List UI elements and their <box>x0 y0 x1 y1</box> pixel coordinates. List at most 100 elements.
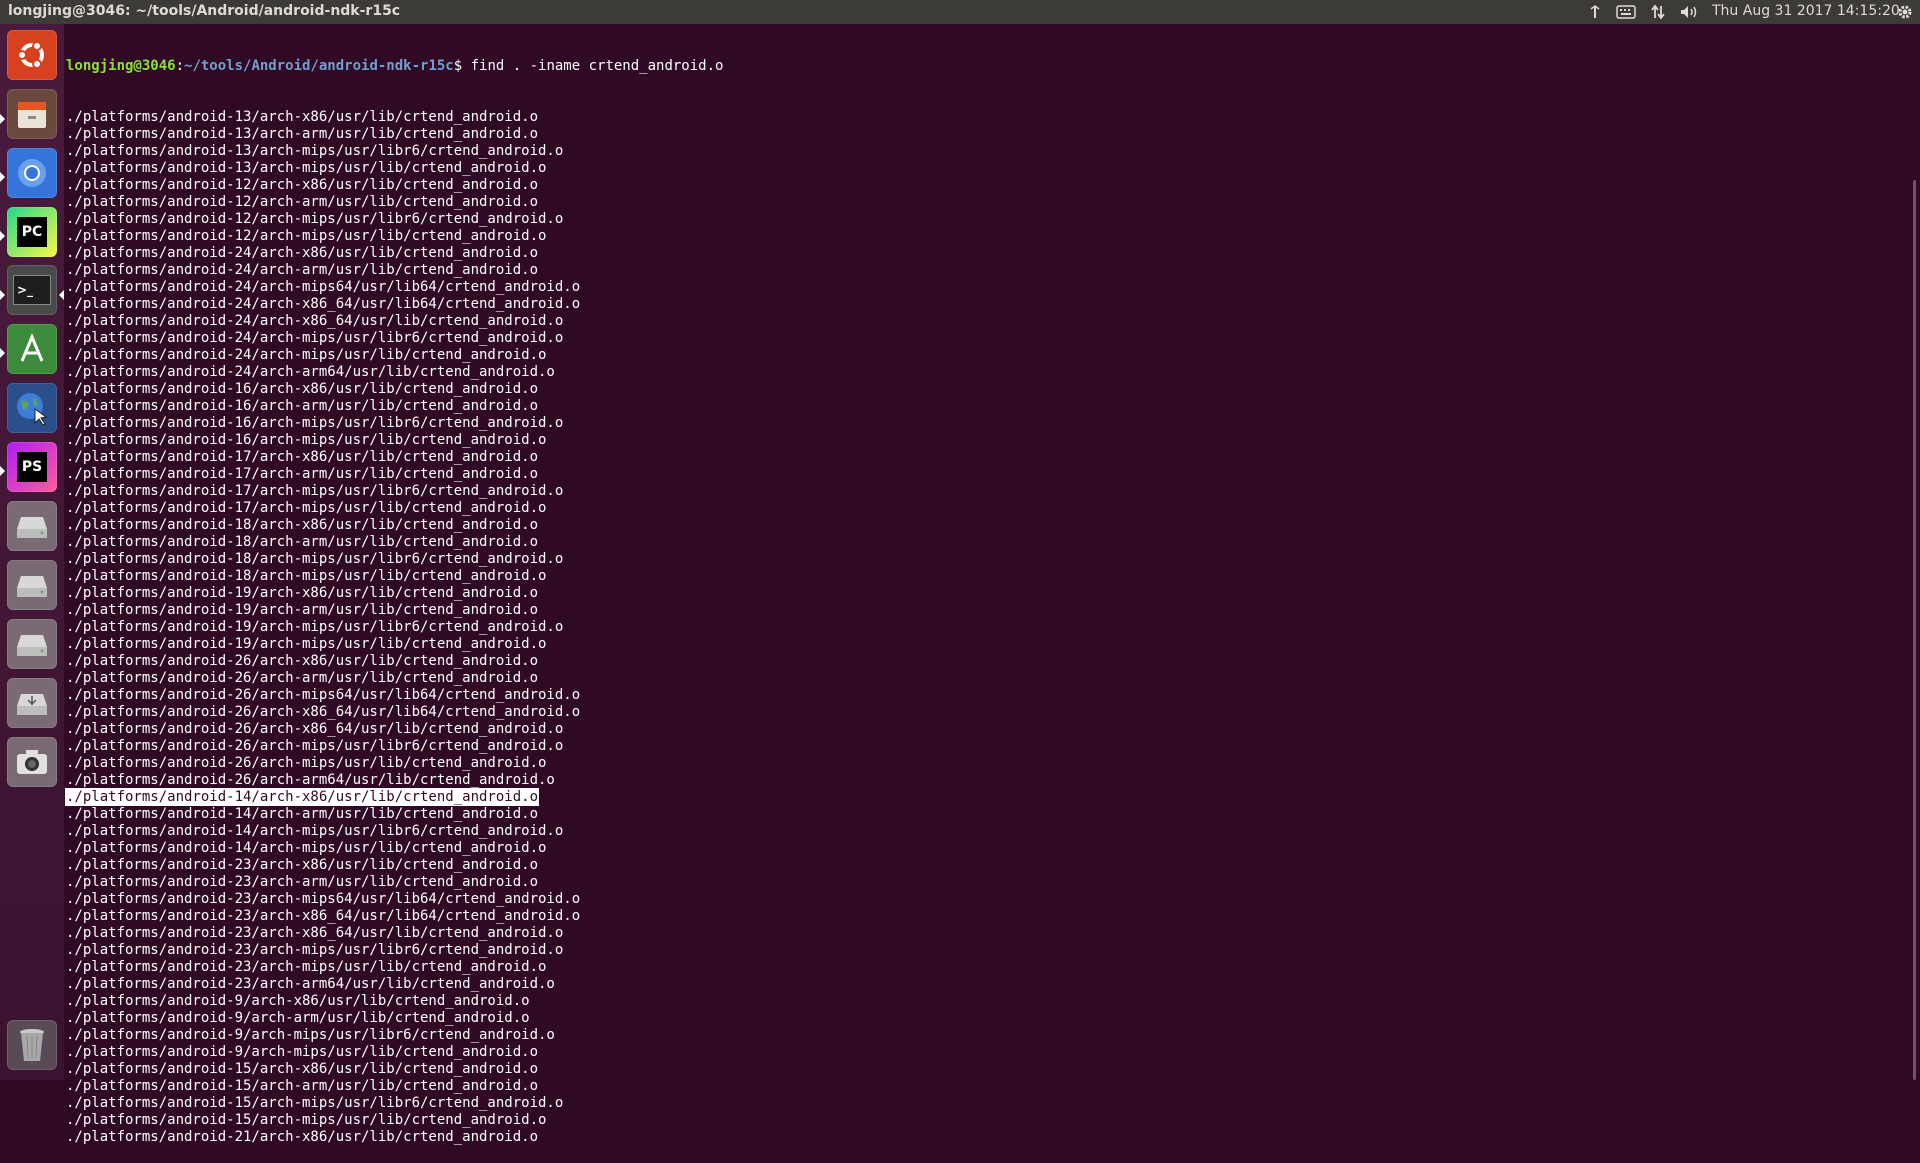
terminal-scrollbar[interactable] <box>1913 180 1916 1080</box>
output-line: ./platforms/android-9/arch-x86/usr/lib/c… <box>66 993 1906 1010</box>
output-line-text: ./platforms/android-18/arch-x86/usr/lib/… <box>66 517 539 533</box>
pycharm-icon[interactable]: PC <box>7 207 57 257</box>
output-line-text: ./platforms/android-24/arch-mips64/usr/l… <box>66 279 581 295</box>
output-line: ./platforms/android-18/arch-arm/usr/lib/… <box>66 534 1906 551</box>
output-line: ./platforms/android-26/arch-x86_64/usr/l… <box>66 721 1906 738</box>
output-line-text: ./platforms/android-15/arch-arm/usr/lib/… <box>66 1078 539 1094</box>
chromium-icon[interactable] <box>7 148 57 198</box>
output-line: ./platforms/android-19/arch-arm/usr/lib/… <box>66 602 1906 619</box>
output-line-text: ./platforms/android-23/arch-x86_64/usr/l… <box>66 908 581 924</box>
output-line: ./platforms/android-15/arch-mips/usr/lib… <box>66 1095 1906 1112</box>
hard-drive-icon[interactable] <box>7 501 57 551</box>
settings-gear-icon[interactable] <box>1894 2 1916 22</box>
output-line-text: ./platforms/android-23/arch-arm/usr/lib/… <box>66 874 539 890</box>
launcher: PC >_ PS <box>0 24 64 1080</box>
output-line-text: ./platforms/android-26/arch-x86/usr/lib/… <box>66 653 539 669</box>
terminal-output[interactable]: longjing@3046:~/tools/Android/android-nd… <box>64 24 1906 1145</box>
output-line: ./platforms/android-23/arch-arm64/usr/li… <box>66 976 1906 993</box>
output-line: ./platforms/android-16/arch-mips/usr/lib… <box>66 432 1906 449</box>
output-line: ./platforms/android-13/arch-x86/usr/lib/… <box>66 109 1906 126</box>
command-text: find . -iname crtend_android.o <box>470 58 724 74</box>
output-line-text: ./platforms/android-18/arch-mips/usr/lib… <box>66 568 547 584</box>
output-line: ./platforms/android-9/arch-mips/usr/lib/… <box>66 1044 1906 1061</box>
output-line-text: ./platforms/android-24/arch-x86/usr/lib/… <box>66 245 539 261</box>
output-line-text: ./platforms/android-17/arch-x86/usr/lib/… <box>66 449 539 465</box>
output-line-text: ./platforms/android-23/arch-arm64/usr/li… <box>66 976 555 992</box>
ubuntu-logo-icon[interactable] <box>7 30 57 80</box>
volume-icon[interactable] <box>1676 2 1702 22</box>
output-line: ./platforms/android-12/arch-arm/usr/lib/… <box>66 194 1906 211</box>
output-line-text: ./platforms/android-23/arch-mips64/usr/l… <box>66 891 581 907</box>
output-line-text: ./platforms/android-16/arch-x86/usr/lib/… <box>66 381 539 397</box>
output-line: ./platforms/android-26/arch-arm64/usr/li… <box>66 772 1906 789</box>
running-indicator <box>0 172 5 182</box>
android-studio-icon[interactable] <box>7 324 57 374</box>
output-line-text: ./platforms/android-14/arch-mips/usr/lib… <box>66 840 547 856</box>
output-line-text: ./platforms/android-9/arch-mips/usr/libr… <box>66 1027 555 1043</box>
output-line: ./platforms/android-24/arch-mips64/usr/l… <box>66 279 1906 296</box>
output-line: ./platforms/android-24/arch-x86/usr/lib/… <box>66 245 1906 262</box>
output-line-text: ./platforms/android-19/arch-arm/usr/lib/… <box>66 602 539 618</box>
output-line: ./platforms/android-16/arch-x86/usr/lib/… <box>66 381 1906 398</box>
output-line: ./platforms/android-21/arch-x86/usr/lib/… <box>66 1129 1906 1146</box>
running-indicator <box>0 466 5 476</box>
output-line-text: ./platforms/android-16/arch-mips/usr/lib… <box>66 415 564 431</box>
phpstorm-icon[interactable]: PS <box>7 442 57 492</box>
output-line-text: ./platforms/android-13/arch-mips/usr/lib… <box>66 160 547 176</box>
clock[interactable]: Thu Aug 31 2017 14:15:20 <box>1712 3 1900 19</box>
transfer-arrows-icon[interactable] <box>1646 2 1670 22</box>
output-line: ./platforms/android-23/arch-mips64/usr/l… <box>66 891 1906 908</box>
output-line-text: ./platforms/android-16/arch-arm/usr/lib/… <box>66 398 539 414</box>
trash-icon[interactable] <box>7 1020 57 1070</box>
running-indicator <box>0 231 5 241</box>
output-line-text: ./platforms/android-26/arch-mips64/usr/l… <box>66 687 581 703</box>
usb-drive-icon[interactable] <box>7 678 57 728</box>
output-line: ./platforms/android-23/arch-x86/usr/lib/… <box>66 857 1906 874</box>
output-line: ./platforms/android-18/arch-mips/usr/lib… <box>66 568 1906 585</box>
output-line-text: ./platforms/android-12/arch-x86/usr/lib/… <box>66 177 539 193</box>
output-line: ./platforms/android-23/arch-arm/usr/lib/… <box>66 874 1906 891</box>
prompt-symbol: $ <box>453 58 471 74</box>
output-line-text: ./platforms/android-13/arch-arm/usr/lib/… <box>66 126 539 142</box>
output-line-text: ./platforms/android-12/arch-mips/usr/lib… <box>66 228 547 244</box>
output-line: ./platforms/android-14/arch-mips/usr/lib… <box>66 840 1906 857</box>
prompt-path: ~/tools/Android/android-ndk-r15c <box>184 58 454 74</box>
camera-icon[interactable] <box>7 737 57 787</box>
output-line-text: ./platforms/android-17/arch-mips/usr/lib… <box>66 483 564 499</box>
output-line: ./platforms/android-12/arch-x86/usr/lib/… <box>66 177 1906 194</box>
hard-drive-icon[interactable] <box>7 619 57 669</box>
keyboard-icon[interactable] <box>1612 2 1640 22</box>
output-line: ./platforms/android-26/arch-mips/usr/lib… <box>66 738 1906 755</box>
output-line-text: ./platforms/android-17/arch-arm/usr/lib/… <box>66 466 539 482</box>
output-line: ./platforms/android-14/arch-mips/usr/lib… <box>66 823 1906 840</box>
output-line-text: ./platforms/android-23/arch-mips/usr/lib… <box>66 959 547 975</box>
top-panel: longjing@3046: ~/tools/Android/android-n… <box>0 0 1920 24</box>
output-line-text: ./platforms/android-18/arch-mips/usr/lib… <box>66 551 564 567</box>
output-line: ./platforms/android-26/arch-x86/usr/lib/… <box>66 653 1906 670</box>
network-indicator-icon[interactable] <box>1584 2 1606 22</box>
output-line-text: ./platforms/android-23/arch-x86_64/usr/l… <box>66 925 564 941</box>
output-line: ./platforms/android-13/arch-mips/usr/lib… <box>66 143 1906 160</box>
output-line-selected: ./platforms/android-14/arch-x86/usr/lib/… <box>64 788 1906 806</box>
hard-drive-icon[interactable] <box>7 560 57 610</box>
output-line: ./platforms/android-15/arch-x86/usr/lib/… <box>66 1061 1906 1078</box>
output-line-text: ./platforms/android-21/arch-x86/usr/lib/… <box>66 1129 539 1145</box>
output-lines: ./platforms/android-13/arch-x86/usr/lib/… <box>64 109 1906 1146</box>
output-line-text: ./platforms/android-16/arch-mips/usr/lib… <box>66 432 547 448</box>
output-line: ./platforms/android-14/arch-arm/usr/lib/… <box>66 806 1906 823</box>
output-line: ./platforms/android-23/arch-mips/usr/lib… <box>66 959 1906 976</box>
output-line-text: ./platforms/android-23/arch-x86/usr/lib/… <box>66 857 539 873</box>
output-line: ./platforms/android-24/arch-arm64/usr/li… <box>66 364 1906 381</box>
output-line-text: ./platforms/android-26/arch-x86_64/usr/l… <box>66 704 581 720</box>
output-line: ./platforms/android-18/arch-mips/usr/lib… <box>66 551 1906 568</box>
output-line: ./platforms/android-15/arch-mips/usr/lib… <box>66 1112 1906 1129</box>
active-indicator <box>59 290 64 300</box>
output-line-text: ./platforms/android-26/arch-arm/usr/lib/… <box>66 670 539 686</box>
output-line: ./platforms/android-23/arch-x86_64/usr/l… <box>66 925 1906 942</box>
output-line-text: ./platforms/android-24/arch-mips/usr/lib… <box>66 347 547 363</box>
terminal-icon[interactable]: >_ <box>7 265 57 315</box>
globe-cursor-icon[interactable] <box>7 383 57 433</box>
prompt-user: longjing@3046 <box>66 58 176 74</box>
output-line: ./platforms/android-24/arch-arm/usr/lib/… <box>66 262 1906 279</box>
file-cabinet-icon[interactable] <box>7 89 57 139</box>
